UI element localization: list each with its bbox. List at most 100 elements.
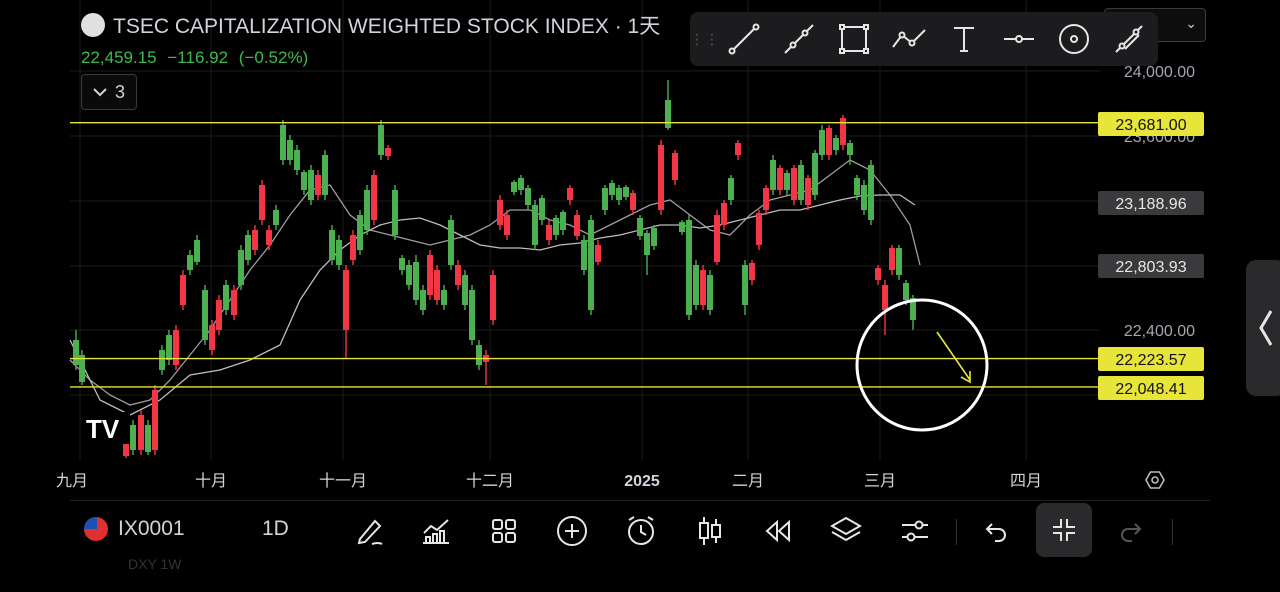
candle-body [616, 188, 622, 200]
candle-body [343, 270, 349, 330]
candle-body [721, 203, 727, 225]
candle-body [223, 285, 229, 310]
symbol-selector[interactable]: IX0001 [84, 517, 185, 541]
candle-body [623, 187, 629, 197]
symbol-title[interactable]: TSEC CAPITALIZATION WEIGHTED STOCK INDEX… [113, 10, 660, 40]
trend-line-icon[interactable] [716, 12, 771, 66]
candle-body [476, 345, 482, 365]
candle-body [651, 228, 657, 246]
collapse-icon[interactable] [1036, 503, 1092, 557]
candle-body [756, 213, 762, 245]
candle-body [216, 300, 222, 330]
redo-icon[interactable] [1110, 509, 1154, 553]
candle-body [763, 188, 769, 210]
candle-body [462, 275, 468, 305]
price-chart[interactable]: TV 24,000.0023,600.0022,400.0023,681.002… [0, 0, 1280, 560]
candle-body [385, 148, 391, 156]
candle-body [637, 218, 643, 236]
background-ghost-text: DXY 1W [128, 556, 182, 572]
candle-body [812, 153, 818, 195]
candle-body [777, 168, 783, 190]
taiwan-flag-icon [84, 517, 108, 541]
candle-body [159, 350, 165, 370]
candle-body [336, 240, 342, 265]
horizontal-line-icon[interactable] [991, 12, 1046, 66]
candle-style-icon[interactable] [688, 509, 732, 553]
replay-icon[interactable] [756, 509, 800, 553]
candle-body [770, 160, 776, 190]
rectangle-icon[interactable] [826, 12, 881, 66]
candle-body [532, 205, 538, 245]
candle-body [252, 230, 258, 250]
measure-icon[interactable] [1101, 12, 1156, 66]
candle-body [581, 240, 587, 270]
candle-body [693, 265, 699, 305]
chevron-down-icon [93, 88, 107, 97]
time-axis-label: 九月 [56, 472, 88, 490]
candle-body [266, 230, 272, 245]
candle-body [609, 183, 615, 195]
interval-selector[interactable]: 1D [262, 517, 289, 541]
settings-icon[interactable] [893, 509, 937, 553]
time-axis-label: 二月 [732, 473, 764, 490]
candle-body [728, 178, 734, 200]
candle-body [280, 125, 286, 160]
price-axis-label: 24,000.00 [1124, 64, 1195, 81]
tradingview-logo: TV [84, 412, 130, 444]
circle-icon[interactable] [1046, 12, 1101, 66]
price-change-pct: (−0.52%) [238, 48, 309, 67]
candle-body [315, 175, 321, 195]
chevron-left-icon [1259, 310, 1273, 346]
bottom-toolbar: IX0001 1D [70, 500, 1210, 561]
toolbar-divider [1172, 519, 1173, 545]
layers-icon[interactable] [824, 509, 868, 553]
ray-icon[interactable] [771, 12, 826, 66]
indicators-toggle-button[interactable]: 3 [81, 74, 137, 110]
svg-text:TV: TV [86, 414, 120, 444]
add-icon[interactable] [550, 509, 594, 553]
candle-body [173, 330, 179, 365]
candle-body [749, 263, 755, 280]
candle-body [187, 255, 193, 270]
drag-handle-icon[interactable]: ⋮⋮ [690, 31, 719, 48]
candle-body [679, 222, 685, 232]
candle-body [308, 170, 314, 200]
candle-body [896, 248, 902, 275]
candle-body [301, 172, 307, 190]
side-panel-handle[interactable] [1246, 260, 1280, 396]
candle-body [294, 150, 300, 170]
candle-body [511, 182, 517, 192]
candle-body [329, 230, 335, 260]
price-badge-label: 22,223.57 [1115, 352, 1186, 369]
time-axis-label: 十二月 [466, 472, 514, 490]
candle-body [847, 143, 853, 155]
path-icon[interactable] [881, 12, 936, 66]
candle-body [420, 290, 426, 310]
candle-body [658, 145, 664, 210]
candle-body [413, 262, 419, 300]
undo-icon[interactable] [973, 509, 1017, 553]
alert-icon[interactable] [619, 509, 663, 553]
pencil-icon[interactable] [348, 509, 392, 553]
candle-body [686, 220, 692, 315]
candle-body [273, 210, 279, 225]
candle-body [854, 178, 860, 195]
candle-body [882, 285, 888, 310]
candle-body [819, 130, 825, 155]
candle-body [259, 185, 265, 220]
candle-body [553, 218, 559, 235]
candle-body [735, 143, 741, 155]
candle-body [371, 175, 377, 220]
candle-body [560, 212, 566, 230]
layout-icon[interactable] [482, 509, 526, 553]
candle-body [602, 188, 608, 210]
candle-body [518, 178, 524, 190]
candle-body [73, 340, 79, 365]
price-badge-label: 23,681.00 [1115, 117, 1186, 134]
candle-body [287, 140, 293, 160]
price-badge-label: 23,188.96 [1115, 196, 1186, 213]
text-icon[interactable] [936, 12, 991, 66]
time-axis-label: 2025 [624, 473, 660, 490]
indicators-icon[interactable] [414, 509, 458, 553]
candle-body [490, 275, 496, 320]
